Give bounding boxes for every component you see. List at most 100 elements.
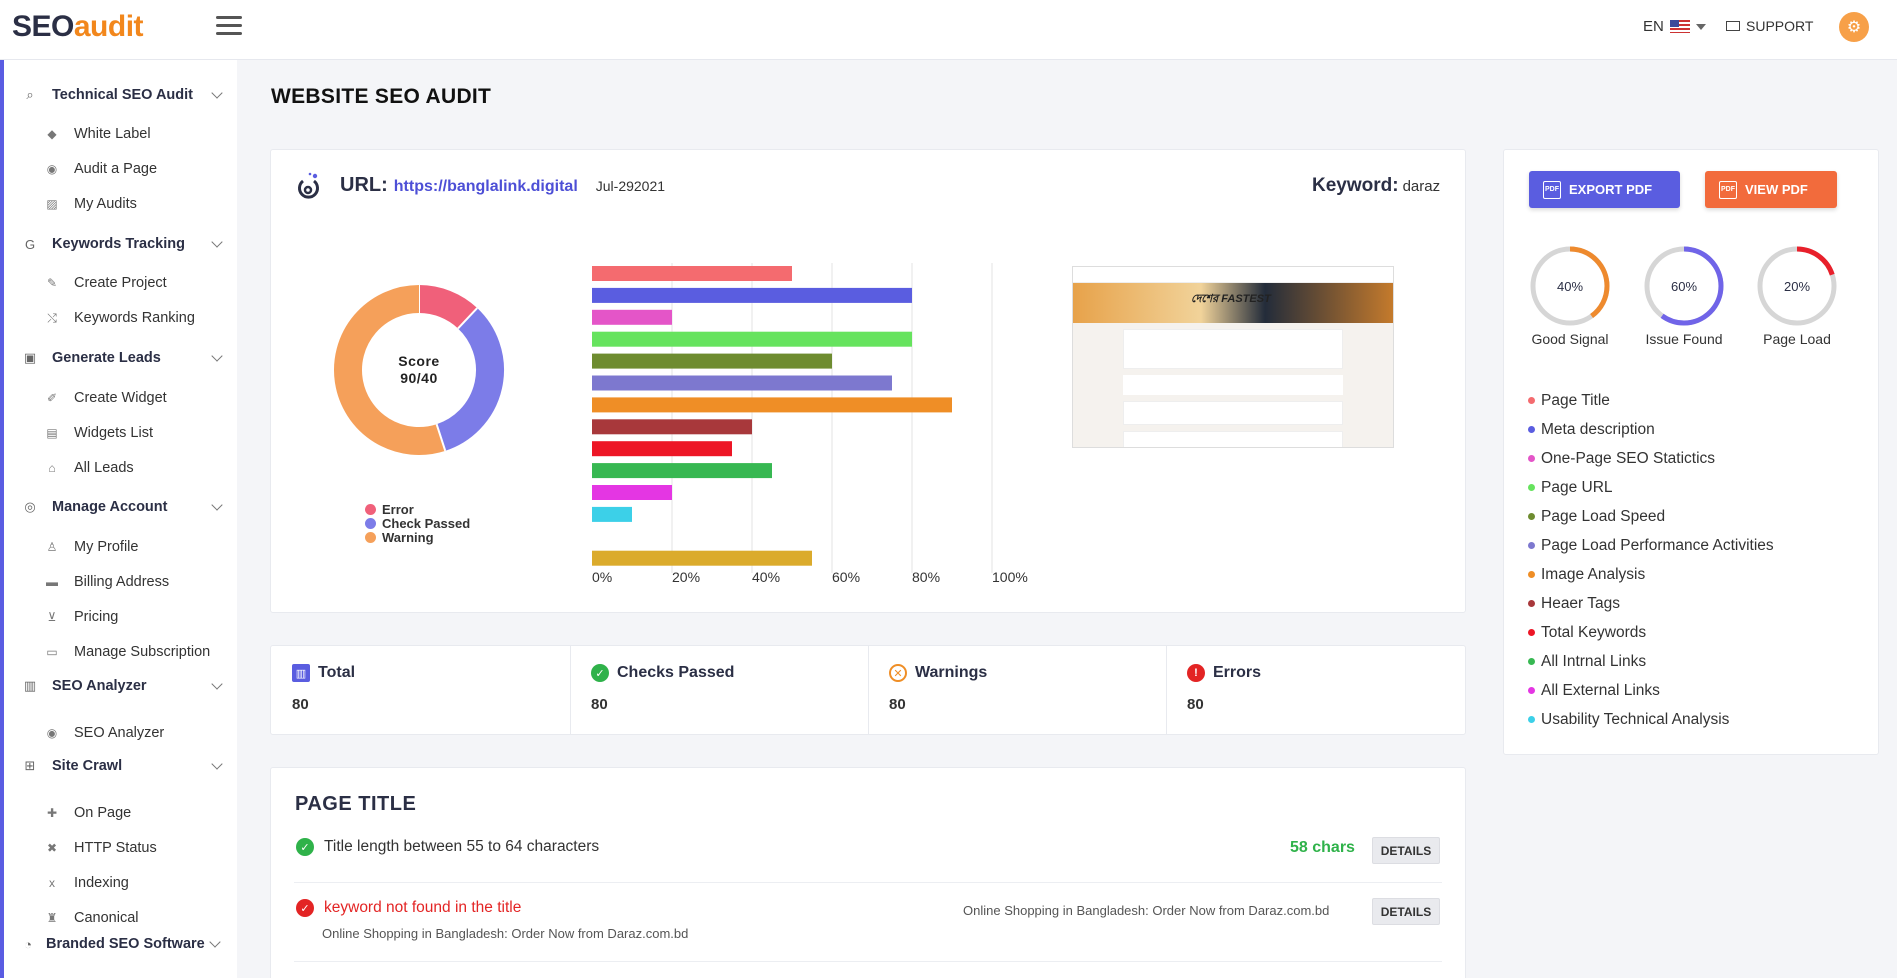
view-pdf-label: VIEW PDF: [1745, 182, 1808, 197]
pdf-icon: PDF: [1719, 180, 1737, 199]
hand-coin-icon: ⊻: [47, 610, 57, 624]
legend-item[interactable]: Usability Technical Analysis: [1528, 705, 1774, 734]
chevron-down-icon: [209, 936, 221, 948]
sidebar-item-pricing[interactable]: ⊻ Pricing: [44, 609, 119, 625]
sidebar-item-audit-a-page[interactable]: ◉ Audit a Page: [44, 161, 157, 177]
list-icon: ▤: [46, 426, 58, 440]
sidebar-item-canonical[interactable]: ♜ Canonical: [44, 910, 139, 926]
stat-label: Total: [318, 664, 356, 681]
sidebar-group-generate-leads[interactable]: ▣ Generate Leads: [22, 350, 227, 366]
x-tick-label: 0%: [592, 569, 612, 585]
donut-legend-item[interactable]: Check Passed: [365, 516, 470, 531]
sidebar-group-branded-seo-software[interactable]: ◔ Branded SEO Software: [20, 936, 225, 952]
legend-item[interactable]: All External Links: [1528, 676, 1774, 705]
progress-ring-good-signal: 40%: [1528, 244, 1612, 328]
sidebar-group-manage-account[interactable]: ◎ Manage Account: [22, 499, 227, 515]
details-button[interactable]: DETAILS: [1372, 837, 1440, 864]
sidebar-item-widgets-list[interactable]: ▤ Widgets List: [44, 425, 153, 441]
keyword-display: Keyword: daraz: [1312, 175, 1440, 197]
legend-item[interactable]: Page URL: [1528, 473, 1774, 502]
url-label: URL:: [340, 174, 388, 196]
url-link[interactable]: https://banglalink.digital: [394, 178, 578, 196]
view-pdf-button[interactable]: PDF VIEW PDF: [1705, 171, 1837, 208]
sidebar-item-on-page[interactable]: ✚ On Page: [44, 805, 131, 821]
sidebar-item-white-label[interactable]: ◆ White Label: [44, 126, 150, 142]
bar-page-title[interactable]: [592, 266, 792, 281]
check-subtext: Online Shopping in Bangladesh: Order Now…: [322, 926, 689, 941]
sidebar-item-label: All Leads: [74, 460, 134, 476]
keyword-value: daraz: [1402, 178, 1441, 195]
sidebar-group-label: Branded SEO Software: [46, 936, 205, 952]
bar-page-load-speed[interactable]: [592, 353, 832, 369]
sidebar-item-create-project[interactable]: ✎ Create Project: [44, 275, 167, 291]
sidebar-group-keywords-tracking[interactable]: G Keywords Tracking: [22, 236, 227, 252]
bar-all-external-links[interactable]: [592, 485, 672, 500]
ring-label: Good Signal: [1531, 331, 1609, 347]
sidebar-item-manage-subscription[interactable]: ▭ Manage Subscription: [44, 644, 210, 660]
legend-label: Page Load Performance Activities: [1541, 536, 1774, 554]
sidebar-item-seo-analyzer[interactable]: ◉ SEO Analyzer: [44, 725, 165, 741]
website-screenshot[interactable]: দেশের FASTEST: [1072, 266, 1394, 448]
sidebar-item-label: Keywords Ranking: [74, 310, 195, 326]
menu-toggle-icon[interactable]: [216, 16, 242, 38]
bar-usability-technical-analysis[interactable]: [592, 506, 632, 522]
bar-meta-description[interactable]: [592, 287, 912, 303]
export-pdf-button[interactable]: PDF EXPORT PDF: [1529, 171, 1680, 208]
page-title: WEBSITE SEO AUDIT: [271, 85, 492, 108]
divider: [294, 882, 1442, 883]
sidebar-item-billing-address[interactable]: ▬ Billing Address: [44, 574, 169, 590]
sidebar-item-my-profile[interactable]: ♙ My Profile: [44, 539, 139, 555]
sidebar-item-create-widget[interactable]: ✐ Create Widget: [44, 390, 167, 406]
sidebar-item-http-status[interactable]: ✖ HTTP Status: [44, 840, 157, 856]
bar-chart-icon: ▥: [292, 664, 310, 682]
score-value: 90/40: [400, 370, 438, 386]
bar-page-load-performance-activities[interactable]: [592, 375, 892, 391]
legend-label: Error: [382, 501, 414, 517]
sidebar-group-site-crawl[interactable]: ⊞ Site Crawl: [22, 758, 227, 774]
bar-heaer-tags[interactable]: [592, 419, 752, 435]
legend-dot: [1528, 600, 1535, 607]
legend-item[interactable]: Page Load Performance Activities: [1528, 531, 1774, 560]
support-link[interactable]: SUPPORT: [1726, 18, 1813, 34]
settings-gear-icon[interactable]: ⚙: [1839, 12, 1869, 42]
bar-one-page-seo-statictics[interactable]: [592, 309, 672, 325]
sidebar-item-my-audits[interactable]: ▨ My Audits: [44, 196, 137, 212]
sidebar-group-technical-seo-audit[interactable]: ⌕ Technical SEO Audit: [22, 87, 227, 103]
bar-total-keywords[interactable]: [592, 441, 732, 457]
details-button[interactable]: DETAILS: [1372, 898, 1440, 925]
language-selector[interactable]: EN: [1643, 18, 1706, 35]
brand-icon: ◔: [24, 936, 32, 952]
legend-item[interactable]: Heaer Tags: [1528, 589, 1774, 618]
stat-label: Checks Passed: [617, 664, 735, 681]
donut-legend-item[interactable]: Warning: [365, 530, 470, 545]
bar-all-intrnal-links[interactable]: [592, 463, 772, 479]
legend-item[interactable]: Meta description: [1528, 415, 1774, 444]
logo[interactable]: SEOaudit: [12, 10, 144, 44]
legend-dot: [1528, 426, 1535, 433]
shuffle-icon: ⤭: [47, 310, 57, 325]
keyword-label: Keyword:: [1312, 175, 1399, 196]
sidebar-group-seo-analyzer[interactable]: ▥ SEO Analyzer: [22, 678, 227, 694]
legend-item[interactable]: Page Title: [1528, 386, 1774, 415]
bar-total[interactable]: [592, 550, 812, 566]
bar-image-analysis[interactable]: [592, 397, 952, 413]
bar-page-url[interactable]: [592, 331, 912, 347]
legend-item[interactable]: One-Page SEO Statictics: [1528, 444, 1774, 473]
alert-circle-icon: !: [1187, 664, 1205, 682]
legend-item[interactable]: Total Keywords: [1528, 618, 1774, 647]
chevron-down-icon: [211, 758, 223, 770]
screenshot-banner-text: দেশের FASTEST: [1191, 293, 1271, 305]
donut-legend-item[interactable]: Error: [365, 501, 470, 517]
legend-item[interactable]: Image Analysis: [1528, 560, 1774, 589]
sidebar-item-label: Manage Subscription: [74, 644, 211, 660]
sidebar-item-indexing[interactable]: x Indexing: [44, 875, 129, 891]
export-pdf-label: EXPORT PDF: [1569, 182, 1653, 197]
legend-item[interactable]: All Intrnal Links: [1528, 647, 1774, 676]
sidebar-item-all-leads[interactable]: ⌂ All Leads: [44, 460, 134, 476]
screenshot-nav: [1073, 267, 1393, 283]
legend-item[interactable]: Page Load Speed: [1528, 502, 1774, 531]
legend-label: All External Links: [1541, 681, 1660, 699]
check-text: Title length between 55 to 64 characters: [324, 838, 600, 855]
stat-header: ▥ Total: [292, 664, 355, 682]
sidebar-item-keywords-ranking[interactable]: ⤭ Keywords Ranking: [44, 310, 195, 326]
